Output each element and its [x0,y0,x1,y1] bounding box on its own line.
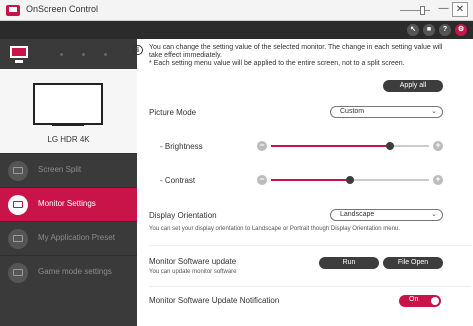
monitor-icon[interactable]: ■ [423,24,435,36]
monitor-stand [52,124,84,126]
contrast-fill [271,179,350,181]
window-title: OnScreen Control [26,4,99,14]
info-icon: i [133,45,143,55]
software-update-hint: You can update monitor software [149,269,237,275]
orientation-label: Display Orientation [149,211,217,220]
settings-icon[interactable]: ⚙ [455,24,467,36]
brightness-fill [271,145,390,147]
monitor-dot-icon[interactable] [82,53,85,56]
app-logo-icon [6,5,20,16]
screen-split-icon [8,161,28,181]
monitor-settings-icon [8,195,28,215]
top-toolbar: ↖ ■ ? ⚙ [0,21,473,39]
file-open-button[interactable]: File Open [383,257,443,269]
notification-toggle[interactable]: On [399,295,441,307]
sidebar-item-game-mode[interactable]: Game mode settings [0,255,137,289]
gamepad-icon [8,263,28,283]
contrast-slider[interactable]: − + [257,175,443,187]
transparency-slider[interactable] [400,4,432,16]
info-line: You can change the setting value of the … [149,44,443,51]
sidebar-item-label: Monitor Settings [38,199,96,208]
sidebar-item-monitor-settings[interactable]: Monitor Settings [0,187,137,221]
info-line: * Each setting menu value will be applie… [149,60,405,67]
minimize-button[interactable]: — [437,2,450,17]
brightness-knob[interactable] [386,142,394,150]
brightness-increase-button[interactable]: + [433,141,443,151]
monitor-name: LG HDR 4K [47,135,90,144]
brightness-decrease-button[interactable]: − [257,141,267,151]
notification-label: Monitor Software Update Notification [149,296,280,305]
monitor-card: LG HDR 4K [0,69,137,153]
info-text: You can change the setting value of the … [149,44,471,68]
monitor-dot-icon[interactable] [104,53,107,56]
orientation-dropdown[interactable]: Landscape ⌄ [330,209,443,221]
picture-mode-dropdown[interactable]: Custom ⌄ [330,106,443,118]
sidebar-item-label: My Application Preset [38,233,115,242]
contrast-knob[interactable] [346,176,354,184]
toggle-knob [431,297,439,305]
sidebar-item-label: Screen Split [38,165,82,174]
contrast-label: - Contrast [160,176,196,185]
sidebar-item-app-preset[interactable]: My Application Preset [0,221,137,255]
monitor-selector[interactable] [0,39,137,69]
software-update-label: Monitor Software update [149,257,237,266]
app-preset-icon [8,229,28,249]
close-button[interactable]: ✕ [452,2,468,17]
monitor-illustration-icon [33,83,103,125]
brightness-slider[interactable]: − + [257,141,443,153]
help-icon[interactable]: ? [439,24,451,36]
contrast-increase-button[interactable]: + [433,175,443,185]
apply-all-button[interactable]: Apply all [383,80,443,92]
info-line: take effect immediately. [149,52,222,59]
transparency-knob[interactable] [420,6,425,15]
run-button[interactable]: Run [319,257,379,269]
monitor-dot-icon[interactable] [60,53,63,56]
contrast-decrease-button[interactable]: − [257,175,267,185]
orientation-hint: You can set your display orientation to … [149,226,400,232]
transparency-track [400,10,430,11]
selected-monitor-icon[interactable] [10,46,28,63]
brightness-label: - Brightness [160,142,203,151]
section-divider [149,245,471,246]
section-divider [149,286,471,287]
pointer-icon[interactable]: ↖ [407,24,419,36]
sidebar-item-screen-split[interactable]: Screen Split [0,153,137,187]
chevron-down-icon: ⌄ [431,108,437,115]
chevron-down-icon: ⌄ [431,211,437,218]
toggle-state-text: On [409,296,419,303]
title-bar: OnScreen Control — ✕ [0,0,473,21]
picture-mode-label: Picture Mode [149,108,197,117]
sidebar: LG HDR 4K Screen Split Monitor Settings … [0,39,137,326]
sidebar-item-label: Game mode settings [38,267,112,276]
orientation-value: Landscape [340,211,375,218]
picture-mode-value: Custom [340,108,365,115]
